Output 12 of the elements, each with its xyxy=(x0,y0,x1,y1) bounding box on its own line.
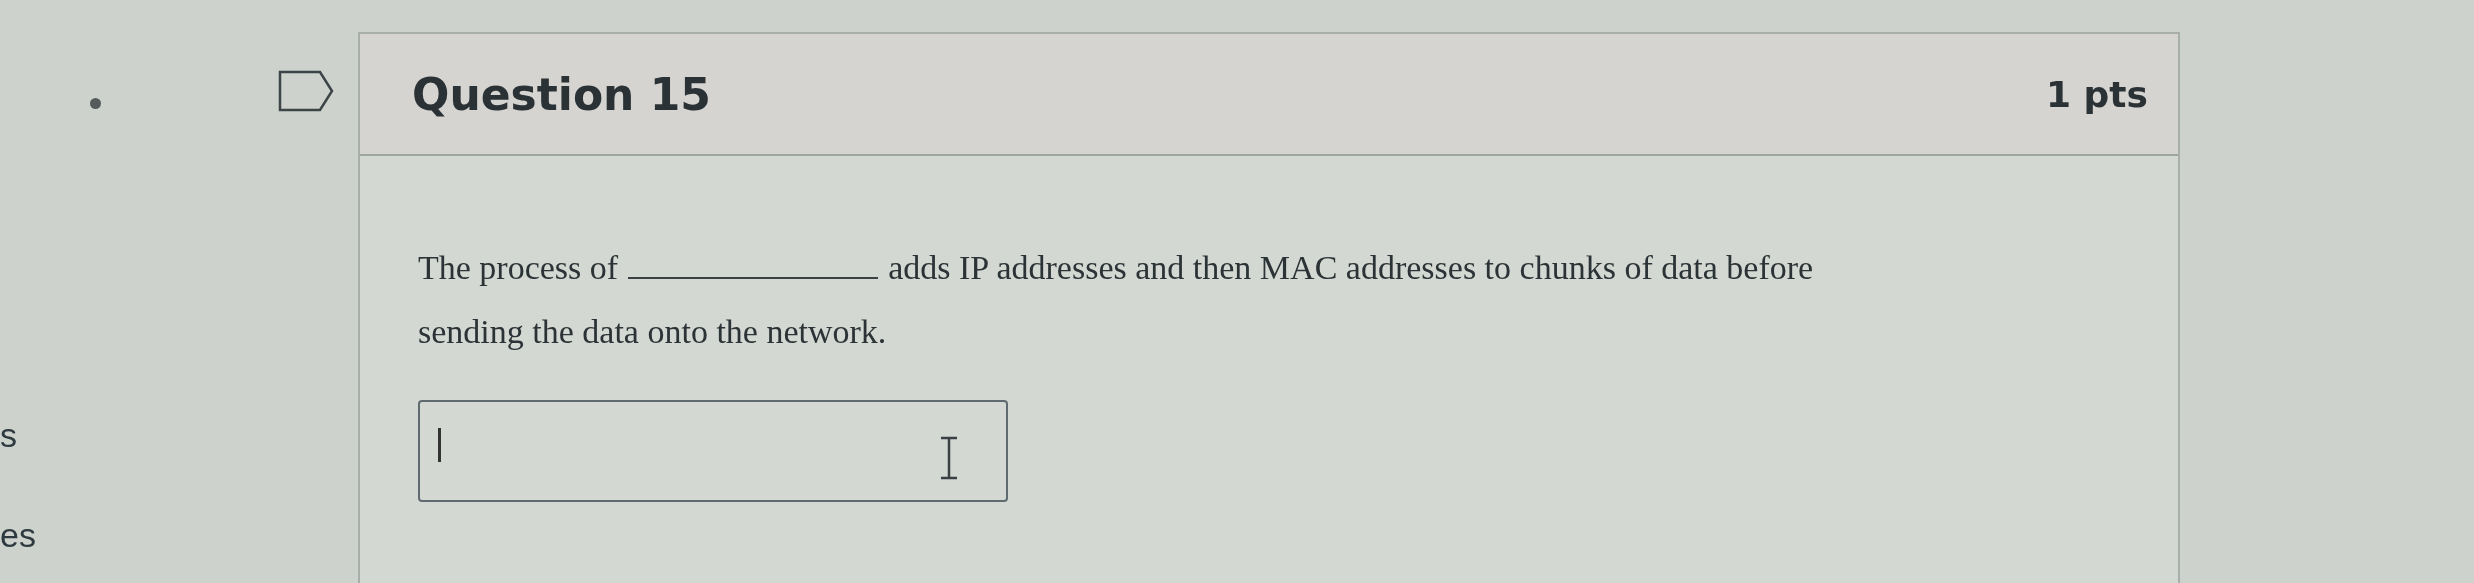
answer-field[interactable] xyxy=(418,400,1008,502)
question-text: sending the data onto the network. xyxy=(418,312,887,352)
text-cursor-icon xyxy=(938,436,960,480)
question-text: The process of xyxy=(418,248,619,288)
question-text: adds IP addresses and then MAC addresses to chunks of data before xyxy=(888,248,1814,288)
nav-label[interactable]: es xyxy=(0,516,60,555)
question-title: Question 15 xyxy=(412,68,711,120)
text-caret xyxy=(438,428,441,462)
nav-label[interactable]: s xyxy=(0,416,60,455)
bullet-icon xyxy=(90,98,101,109)
flag-icon[interactable] xyxy=(278,70,334,112)
points-label: 1 pts xyxy=(2046,73,2148,115)
